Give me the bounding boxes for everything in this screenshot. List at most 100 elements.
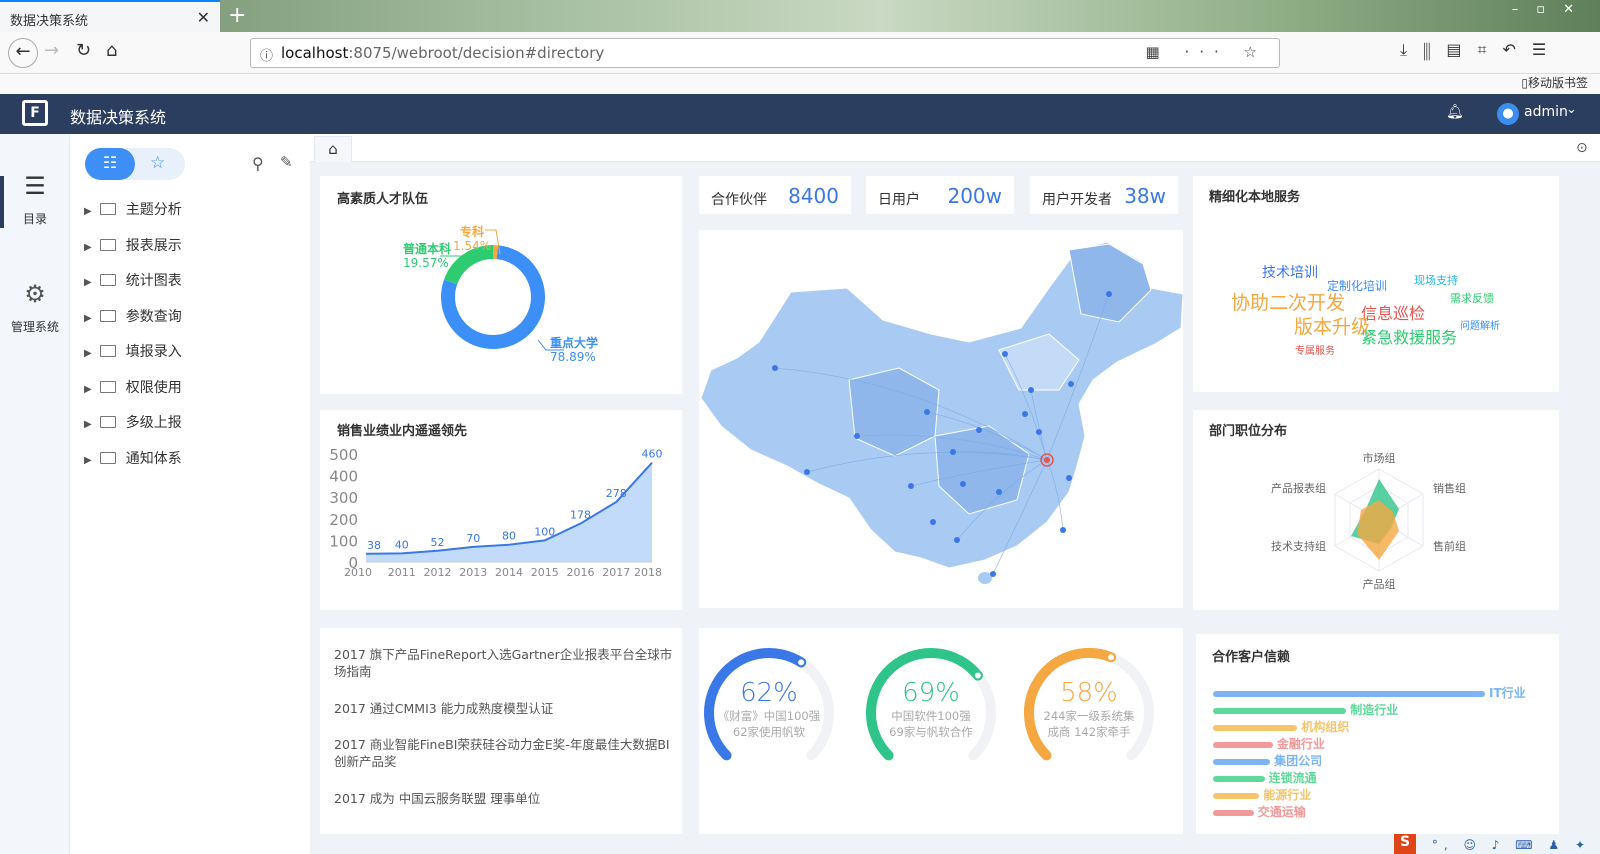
gear-icon[interactable]: ⚙	[0, 280, 70, 308]
caret-right-icon[interactable]: ▶	[84, 455, 92, 466]
y-tick-label: 500	[329, 446, 358, 464]
tree-item[interactable]: ▶ 报表展示	[84, 235, 182, 255]
kpi-developers: 用户开发者 38w	[1030, 176, 1178, 214]
data-label: 38	[367, 539, 381, 552]
forward-icon[interactable]: →	[44, 40, 59, 61]
rail-item-directory[interactable]: 目录	[0, 210, 70, 227]
service-word: 专属服务	[1295, 346, 1335, 357]
client-bar	[1213, 725, 1298, 731]
gauge-percent: 69%	[902, 678, 960, 708]
back-icon[interactable]: ←	[8, 38, 38, 68]
caret-right-icon[interactable]: ▶	[84, 419, 92, 430]
client-bar	[1213, 742, 1273, 748]
more-icon[interactable]: ⊙	[1576, 140, 1588, 156]
rail-item-management[interactable]: 管理系统	[0, 318, 70, 335]
tree-item-label: 统计图表	[125, 273, 182, 289]
folder-icon	[99, 203, 116, 215]
client-bar	[1213, 708, 1347, 714]
tree-item[interactable]: ▶ 权限使用	[84, 377, 182, 397]
tree-item[interactable]: ▶ 多级上报	[84, 412, 182, 432]
news-item[interactable]: 2017 旗下产品FineReport入选Gartner企业报表平台全球市场指南	[334, 646, 679, 680]
data-label: 80	[502, 530, 516, 543]
chevron-down-icon[interactable]: ⌄	[1566, 102, 1577, 117]
client-bar	[1213, 776, 1265, 782]
close-tab-icon[interactable]: ✕	[197, 8, 210, 27]
gauge-caption: 中国软件100强	[891, 709, 971, 723]
gauge-caption: 成商 142家牵手	[1047, 725, 1131, 739]
window-controls[interactable]: –▫✕	[1512, 2, 1592, 17]
folder-icon	[99, 345, 116, 357]
toolbar-icons[interactable]: ⤓⫼▤⌗↶☰	[1400, 40, 1590, 60]
caret-right-icon[interactable]: ▶	[84, 348, 92, 359]
gauge-caption: 69家与帆软合作	[889, 725, 973, 739]
news-item[interactable]: 2017 成为 中国云服务联盟 理事单位	[334, 790, 679, 807]
search-icon[interactable]: ⚲	[252, 154, 264, 173]
client-label: 能源行业	[1263, 788, 1312, 802]
data-label: 52	[431, 536, 445, 549]
map-hub-dot	[1044, 457, 1050, 463]
data-label: 178	[570, 509, 591, 522]
news-item[interactable]: 2017 商业智能FineBI荣获硅谷动力金E奖-年度最佳大数据BI创新产品奖	[334, 736, 679, 770]
service-word: 信息巡检	[1361, 304, 1426, 323]
kpi-partners: 合作伙伴 8400	[699, 176, 851, 214]
tree-item[interactable]: ▶ 通知体系	[84, 448, 182, 468]
tree-item[interactable]: ▶ 主题分析	[84, 199, 182, 219]
avatar[interactable]: ●	[1497, 103, 1519, 125]
ime-toolbar[interactable]: 中 °, ☺ ♪ ⌨ ♟ ✦	[1398, 836, 1600, 854]
slice-label: 专科	[460, 224, 484, 239]
client-label: 机构组织	[1301, 720, 1350, 734]
bell-icon[interactable]: 🔔︎	[1446, 104, 1464, 120]
kpi-value: 38w	[1124, 184, 1166, 208]
service-word: 协助二次开发	[1231, 292, 1346, 314]
client-label: 制造行业	[1350, 703, 1399, 717]
url-actions[interactable]: ▦ ··· ☆	[1146, 43, 1267, 61]
data-label: 70	[466, 532, 480, 545]
home-tab[interactable]: ⌂	[314, 136, 352, 162]
info-icon[interactable]: ⓘ	[260, 45, 273, 64]
tree-item[interactable]: ▶ 填报录入	[84, 341, 182, 361]
radar-axis-label: 产品组	[1363, 577, 1396, 591]
clients-title: 合作客户信赖	[1212, 650, 1291, 665]
client-bar	[1213, 810, 1254, 816]
app-header	[0, 94, 1600, 134]
kpi-value: 200w	[947, 184, 1002, 208]
url-bar[interactable]: ⓘ localhost:8075/webroot/decision#directo…	[250, 38, 1280, 68]
ime-logo[interactable]: S	[1394, 834, 1416, 854]
x-tick-label: 2013	[459, 566, 487, 579]
home-icon[interactable]: ⌂	[106, 40, 117, 61]
gauge-knob	[796, 657, 807, 668]
caret-right-icon[interactable]: ▶	[84, 242, 92, 253]
client-label: 金融行业	[1276, 737, 1325, 751]
folder-icon	[99, 274, 116, 286]
list-view-button[interactable]: ☷	[85, 148, 135, 180]
reload-icon[interactable]: ↻	[76, 40, 91, 61]
browser-tab[interactable]: 数据决策系统 ✕	[0, 0, 220, 32]
client-label: 集团公司	[1274, 754, 1323, 768]
client-label: IT行业	[1489, 686, 1526, 700]
gauge-percent: 62%	[740, 678, 798, 708]
tree-item-label: 报表展示	[125, 237, 182, 254]
gauge-caption: 244家一级系统集	[1043, 709, 1135, 723]
radar-axis-label: 产品报表组	[1271, 481, 1326, 495]
caret-right-icon[interactable]: ▶	[84, 206, 92, 217]
list-icon[interactable]: ☰	[0, 172, 70, 200]
new-tab-icon[interactable]: +	[228, 3, 246, 28]
radar-axis-label: 市场组	[1363, 451, 1396, 465]
x-tick-label: 2011	[388, 566, 416, 579]
service-word: 现场支持	[1414, 274, 1458, 287]
user-name[interactable]: admin	[1524, 104, 1568, 120]
y-tick-label: 300	[329, 489, 358, 507]
pin-icon[interactable]: ✎	[280, 153, 293, 171]
caret-right-icon[interactable]: ▶	[84, 277, 92, 288]
caret-right-icon[interactable]: ▶	[84, 384, 92, 395]
service-word: 技术培训	[1262, 265, 1318, 281]
caret-right-icon[interactable]: ▶	[84, 313, 92, 324]
star-icon[interactable]: ☆	[150, 153, 165, 173]
folder-icon	[99, 451, 116, 464]
tree-item[interactable]: ▶ 统计图表	[84, 270, 182, 290]
news-item[interactable]: 2017 通过CMMI3 能力成熟度模型认证	[334, 700, 679, 717]
tree-item[interactable]: ▶ 参数查询	[84, 306, 182, 326]
folder-icon	[99, 309, 116, 322]
mobile-bookmarks[interactable]: ▯移动版书签	[1521, 74, 1588, 91]
x-tick-label: 2012	[424, 566, 452, 579]
